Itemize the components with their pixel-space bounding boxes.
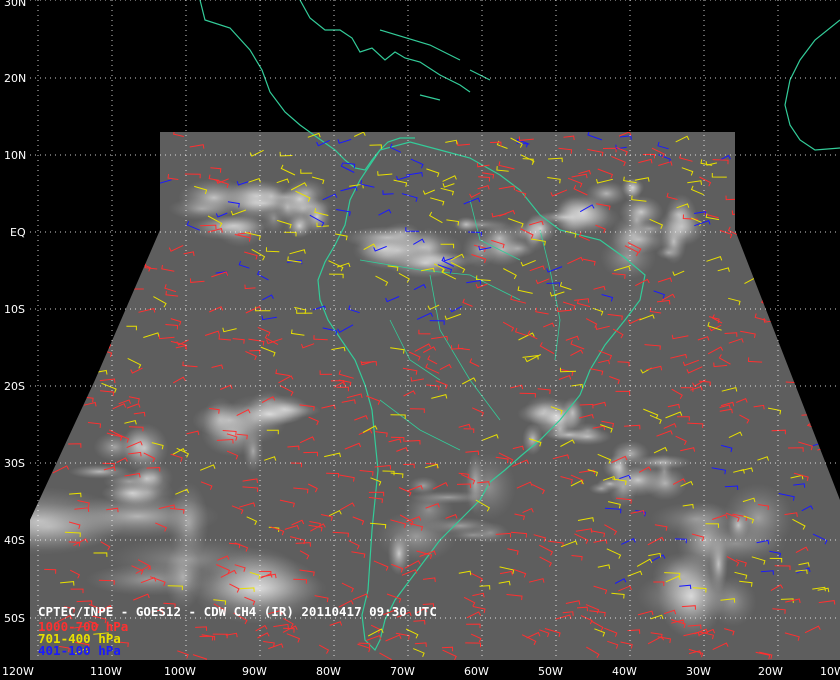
cloud-patch <box>650 502 742 537</box>
lon-label-20w: 20W <box>758 665 783 678</box>
lon-label-80w: 80W <box>316 665 341 678</box>
cloud-patch <box>656 452 673 491</box>
lon-label-120w: 120W <box>2 665 34 678</box>
cloud-patch <box>68 464 131 479</box>
lon-label-60w: 60W <box>464 665 489 678</box>
cloud-patch <box>280 184 319 214</box>
lon-label-70w: 70W <box>390 665 415 678</box>
cloud-patch <box>382 222 421 246</box>
lon-label-110w: 110W <box>90 665 122 678</box>
cloud-patch <box>235 402 304 426</box>
lat-label-30n: 30N <box>4 0 26 9</box>
lon-label-40w: 40W <box>612 665 637 678</box>
lat-label-eq: EQ <box>10 226 26 239</box>
lat-label-10s: 10S <box>4 303 25 316</box>
lon-label-50w: 50W <box>538 665 563 678</box>
cloud-patch <box>404 491 454 529</box>
lon-label-100w: 100W <box>164 665 196 678</box>
lon-label-30w: 30W <box>686 665 711 678</box>
legend-high-level: 401-100 hPa <box>38 643 121 658</box>
lat-label-30s: 30S <box>4 457 25 470</box>
satellite-wind-map: 30N 20N 10N EQ 10S 20S 30S 40S 50S 120W … <box>0 0 840 680</box>
lat-label-20n: 20N <box>4 72 26 85</box>
lon-label-90w: 90W <box>242 665 267 678</box>
cloud-patch <box>120 423 169 473</box>
cloud-patch <box>588 482 615 495</box>
lat-label-40s: 40S <box>4 534 25 547</box>
source-line: CPTEC/INPE - GOES12 - CDW CH4 (IR) 20110… <box>38 604 437 619</box>
lat-label-50s: 50S <box>4 612 25 625</box>
lat-label-10n: 10N <box>4 149 26 162</box>
cloud-patch <box>607 225 670 254</box>
cloud-patch <box>101 481 164 505</box>
lat-label-20s: 20S <box>4 380 25 393</box>
lon-label-10w: 10W <box>820 665 840 678</box>
cloud-patch <box>387 531 411 576</box>
